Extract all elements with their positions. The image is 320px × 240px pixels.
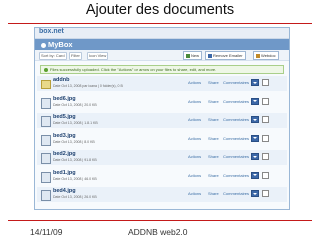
success-icon [44,67,48,72]
comments-link[interactable]: Commentaires [223,173,249,178]
image-file-icon [41,153,51,164]
chevron-down-icon[interactable] [251,190,259,197]
folder-icon [41,80,51,89]
share-link[interactable]: Share [208,99,219,104]
actions-link[interactable]: Actions [188,154,201,159]
file-name[interactable]: bed5.jpg [53,114,76,120]
image-file-icon [41,134,51,146]
file-toolbar: Sort by: Card Filter Icon View New Remov… [35,50,289,61]
new-button[interactable]: New [183,51,203,60]
view-toggle[interactable]: Icon View [87,52,109,60]
comments-link[interactable]: Commentaires [223,191,249,196]
actions-link[interactable]: Actions [188,117,201,122]
webdoc-button[interactable]: Webdoc [253,51,279,60]
share-link[interactable]: Share [208,117,219,122]
file-row[interactable]: bed3.jpg Date Oct 13, 2008 | 8.0 KB Action… [37,132,287,147]
plus-icon [186,53,190,58]
file-row[interactable]: bed5.jpg Date Oct 13, 2008 | 1.8.1 KB Acti… [37,113,287,128]
chevron-down-icon[interactable] [251,134,259,142]
file-row[interactable]: bed4.jpg Date Oct 13, 2008 | 26.0 KB Actio… [37,187,287,202]
share-link[interactable]: Share [208,136,219,141]
file-row[interactable]: bed2.jpg Date Oct 13, 2008 | 91.8 KB Actio… [37,150,287,165]
slide-title: Ajouter des documents [85,2,235,18]
actions-link[interactable]: Actions [188,191,201,196]
section-header: MyBox [35,39,289,50]
file-name[interactable]: bed3.jpg [53,133,76,139]
actions-link[interactable]: Actions [188,80,201,85]
chevron-down-icon[interactable] [251,79,259,86]
actions-link[interactable]: Actions [188,99,201,104]
footer-divider [8,220,312,221]
file-meta: Date Oct 13, 2008 | 26.0 KB [53,195,97,199]
title-divider [8,23,312,24]
mail-icon [208,53,212,58]
file-name[interactable]: bed4.jpg [53,188,76,194]
select-checkbox[interactable] [262,190,269,197]
chevron-down-icon[interactable] [251,153,259,160]
file-meta: Date Oct 13, 2008 | 1.8.1 KB [53,121,98,125]
share-link[interactable]: Share [208,191,219,196]
select-checkbox[interactable] [262,153,269,160]
select-checkbox[interactable] [262,171,269,179]
file-meta: Date Oct 13, 2008 | 46.0 KB [53,176,97,181]
file-meta: Date Oct 13, 2008 | 8.0 KB [53,139,95,144]
image-file-icon [41,97,51,109]
mybox-icon [41,42,46,48]
file-name[interactable]: bed6.jpg [53,96,76,102]
document-icon [256,53,260,58]
actions-link[interactable]: Actions [188,173,201,178]
app-top-bar: box.net [35,28,289,39]
file-row[interactable]: bed1.jpg Date Oct 13, 2008 | 46.0 KB Actio… [37,169,287,184]
file-meta: Date Oct 13, 2008 | 91.8 KB [53,158,97,162]
comments-link[interactable]: Commentaires [223,154,249,159]
share-link[interactable]: Share [208,80,219,85]
select-checkbox[interactable] [262,134,269,142]
comments-link[interactable]: Commentaires [223,117,249,122]
actions-link[interactable]: Actions [188,136,201,141]
app-screenshot: box.net MyBox Sort by: Card Filter Icon … [34,27,290,210]
slide-date: 14/11/09 [30,227,63,237]
file-name[interactable]: addnb [53,77,70,83]
slide-footer: ADDNB web2.0 [128,227,188,237]
file-name[interactable]: bed2.jpg [53,151,76,157]
select-checkbox[interactable] [262,79,269,86]
chevron-down-icon[interactable] [251,97,259,105]
chevron-down-icon[interactable] [251,171,259,179]
share-link[interactable]: Share [208,154,219,159]
sort-dropdown[interactable]: Sort by: Card [39,52,67,60]
image-file-icon [41,116,51,127]
brand-logo: box.net [39,28,64,35]
comments-link[interactable]: Commentaires [223,136,249,141]
file-row[interactable]: addnb Date Oct 13, 2008 par ioana | 0 fol… [37,76,287,91]
image-file-icon [41,171,51,183]
file-meta: Date Oct 13, 2008 | 20.0 KB [53,102,97,107]
chevron-down-icon[interactable] [251,116,259,123]
select-checkbox[interactable] [262,116,269,123]
image-file-icon [41,190,51,201]
comments-link[interactable]: Commentaires [223,80,249,85]
upload-success-message: Files successfully uploaded. Click the "… [40,65,284,74]
file-row[interactable]: bed6.jpg Date Oct 13, 2008 | 20.0 KB Actio… [37,95,287,110]
file-name[interactable]: bed1.jpg [53,170,76,176]
filter-dropdown[interactable]: Filter [69,52,82,60]
remove-emailer-button[interactable]: Remove Emailer [205,51,246,60]
select-checkbox[interactable] [262,97,269,105]
comments-link[interactable]: Commentaires [223,99,249,104]
section-title: MyBox [48,40,73,49]
share-link[interactable]: Share [208,173,219,178]
file-meta: Date Oct 13, 2008 par ioana | 0 folder(s… [53,84,123,88]
